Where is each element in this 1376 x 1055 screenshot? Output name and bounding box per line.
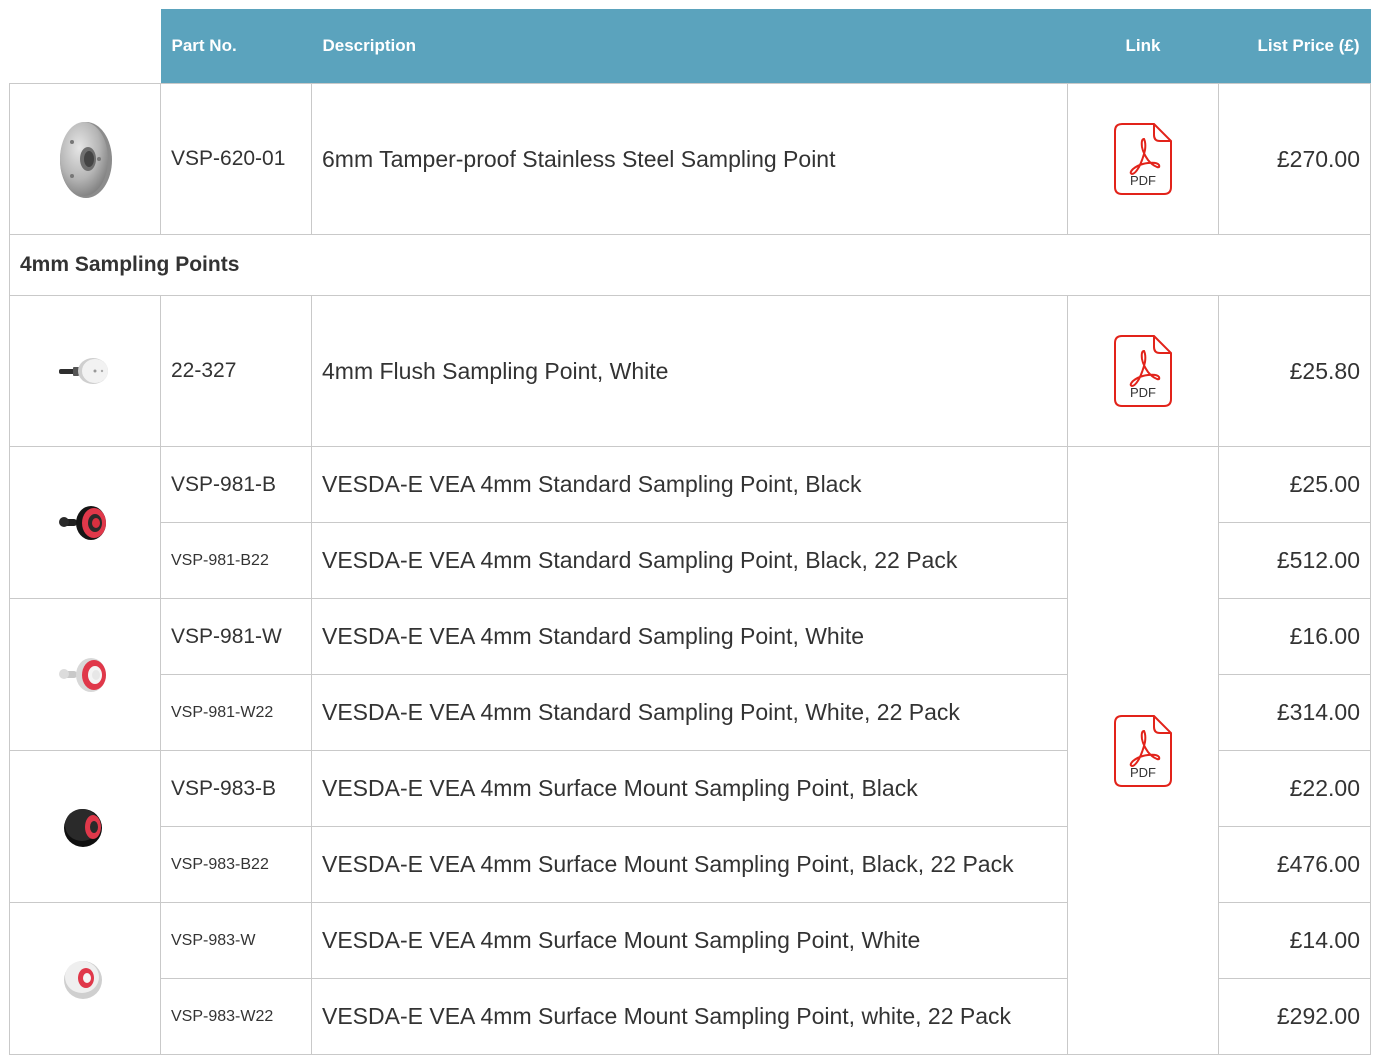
white-flush-sampling-point-image[interactable] — [55, 356, 115, 386]
pdf-label: PDF — [1130, 385, 1156, 400]
list-price: £292.00 — [1218, 978, 1371, 1055]
steel-flange-sampling-point-image[interactable] — [50, 114, 120, 204]
header-description: Description — [311, 9, 1068, 84]
table-row: VSP-981-B VESDA-E VEA 4mm Standard Sampl… — [9, 446, 1371, 1055]
product-description: VESDA-E VEA 4mm Standard Sampling Point,… — [311, 446, 1068, 523]
part-number: VSP-981-W — [160, 598, 312, 675]
product-description: 4mm Flush Sampling Point, White — [311, 295, 1068, 447]
table-header-row: Part No. Description Link List Price (£) — [9, 9, 1371, 84]
pdf-link[interactable]: PDF — [1114, 356, 1172, 382]
part-number: VSP-981-B22 — [160, 522, 312, 599]
price-list-table: Part No. Description Link List Price (£) — [9, 9, 1371, 1055]
section-header-row: 4mm Sampling Points — [9, 234, 1371, 296]
product-description: VESDA-E VEA 4mm Standard Sampling Point,… — [311, 674, 1068, 751]
product-description: VESDA-E VEA 4mm Surface Mount Sampling P… — [311, 978, 1068, 1055]
header-list-price: List Price (£) — [1218, 9, 1371, 84]
product-image-cell — [9, 83, 161, 235]
list-price: £16.00 — [1218, 598, 1371, 675]
section-title: 4mm Sampling Points — [9, 234, 1371, 296]
table-row: 22-327 4mm Flush Sampling Point, White P… — [9, 295, 1371, 447]
table-row: VSP-620-01 6mm Tamper-proof Stainless St… — [9, 83, 1371, 235]
part-number: 22-327 — [160, 295, 312, 447]
white-standard-sampling-point-image[interactable] — [55, 653, 115, 697]
list-price: £25.00 — [1218, 446, 1371, 523]
datasheet-link-cell: PDF — [1067, 295, 1219, 447]
list-price: £25.80 — [1218, 295, 1371, 447]
part-number: VSP-983-B22 — [160, 826, 312, 903]
white-surface-mount-sampling-point-image[interactable] — [60, 957, 110, 1001]
datasheet-link-cell: PDF — [1067, 83, 1219, 235]
pdf-icon[interactable]: PDF — [1114, 335, 1172, 407]
pdf-link[interactable]: PDF — [1114, 144, 1172, 170]
list-price: £270.00 — [1218, 83, 1371, 235]
product-description: VESDA-E VEA 4mm Surface Mount Sampling P… — [311, 826, 1068, 903]
product-image-cell — [9, 902, 161, 1055]
list-price: £22.00 — [1218, 750, 1371, 827]
header-image-cell — [9, 9, 161, 84]
pdf-icon[interactable]: PDF — [1114, 123, 1172, 195]
product-description: VESDA-E VEA 4mm Standard Sampling Point,… — [311, 598, 1068, 675]
part-number: VSP-981-W22 — [160, 674, 312, 751]
product-image-cell — [9, 295, 161, 447]
part-number: VSP-983-B — [160, 750, 312, 827]
pdf-label: PDF — [1130, 173, 1156, 188]
pdf-label: PDF — [1130, 765, 1156, 780]
pdf-link[interactable]: PDF — [1114, 736, 1172, 762]
part-number: VSP-620-01 — [160, 83, 312, 235]
part-number: VSP-983-W22 — [160, 978, 312, 1055]
product-image-cell — [9, 750, 161, 903]
product-description: 6mm Tamper-proof Stainless Steel Samplin… — [311, 83, 1068, 235]
product-image-cell — [9, 598, 161, 751]
list-price: £314.00 — [1218, 674, 1371, 751]
pdf-icon[interactable]: PDF — [1114, 715, 1172, 787]
part-number: VSP-981-B — [160, 446, 312, 523]
product-description: VESDA-E VEA 4mm Standard Sampling Point,… — [311, 522, 1068, 599]
black-surface-mount-sampling-point-image[interactable] — [60, 805, 110, 849]
product-image-cell — [9, 446, 161, 599]
list-price: £512.00 — [1218, 522, 1371, 599]
datasheet-link-cell: PDF — [1067, 446, 1219, 1055]
product-description: VESDA-E VEA 4mm Surface Mount Sampling P… — [311, 750, 1068, 827]
part-number: VSP-983-W — [160, 902, 312, 979]
black-standard-sampling-point-image[interactable] — [55, 501, 115, 545]
product-description: VESDA-E VEA 4mm Surface Mount Sampling P… — [311, 902, 1068, 979]
header-link: Link — [1067, 9, 1219, 84]
list-price: £14.00 — [1218, 902, 1371, 979]
header-part-no: Part No. — [160, 9, 312, 84]
list-price: £476.00 — [1218, 826, 1371, 903]
